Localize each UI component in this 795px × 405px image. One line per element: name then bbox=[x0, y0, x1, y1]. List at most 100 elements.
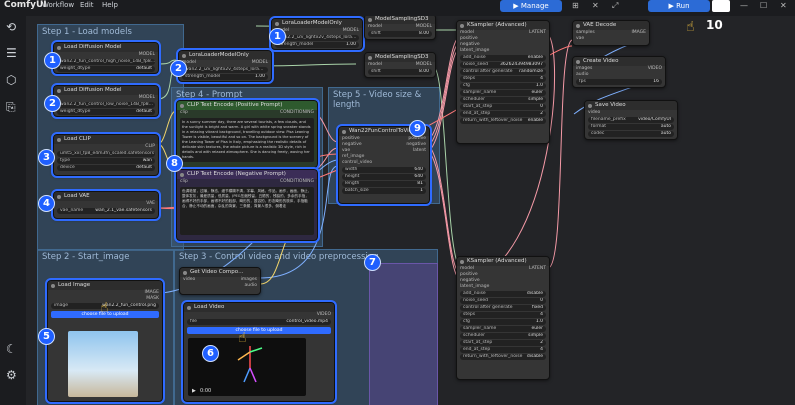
clip-input[interactable]: clip bbox=[180, 110, 188, 115]
upload-video-button[interactable]: choose file to upload bbox=[187, 327, 331, 334]
node-ksampler-1[interactable]: KSampler (Advanced) model LATENT positive… bbox=[456, 20, 550, 144]
device-select[interactable]: device default bbox=[57, 165, 155, 171]
negative-prompt-text[interactable]: 色调艳丽，过曝，静态，细节模糊不清，字幕，风格，作品，画作，画面，静止，整体发灰… bbox=[180, 187, 314, 235]
node-load-vae[interactable]: Load VAE VAE vae_name wan_2.1_vae.safeten… bbox=[51, 189, 161, 221]
ks-row[interactable]: add_noise disable bbox=[460, 291, 546, 297]
height-input[interactable]: height 640 bbox=[342, 174, 426, 180]
workflows-icon[interactable]: ⎘ bbox=[6, 100, 16, 115]
node-model-sampling-2[interactable]: ModelSamplingSD3 model MODEL shift 8.00 bbox=[364, 52, 436, 78]
maximize-icon[interactable]: ☐ bbox=[760, 1, 767, 10]
audio-input[interactable]: audio bbox=[576, 72, 588, 77]
width-input[interactable]: width 640 bbox=[342, 167, 426, 173]
length-input[interactable]: length 81 bbox=[342, 181, 426, 187]
run-options-button[interactable] bbox=[712, 0, 730, 12]
clip-output[interactable]: CLIP bbox=[145, 144, 155, 150]
queue-icon[interactable]: ⊞ bbox=[572, 1, 579, 10]
video-output[interactable]: VIDEO bbox=[317, 312, 331, 318]
node-ksampler-2[interactable]: KSampler (Advanced) model LATENT positive… bbox=[456, 256, 550, 380]
shift-input[interactable]: shift 8.00 bbox=[368, 31, 432, 37]
node-wan22-fun-control[interactable]: Wan22FunControlToVideo positive positive … bbox=[336, 124, 432, 206]
negative-input[interactable]: negative bbox=[342, 142, 362, 147]
model-output[interactable]: MODEL bbox=[416, 62, 432, 68]
file-select[interactable]: file control_video.mp4 bbox=[187, 319, 331, 325]
window-close-icon[interactable]: ✕ bbox=[780, 1, 787, 10]
node-lora-low[interactable]: LoraLoaderModelOnly model MODEL wan2.2_i2… bbox=[176, 48, 274, 84]
node-save-video[interactable]: Save Video video filename_prefix video/Co… bbox=[584, 100, 678, 140]
manage-queue-button[interactable]: ▶ Manage bbox=[500, 0, 562, 12]
ks-row[interactable]: scheduler simple bbox=[460, 333, 546, 339]
menu-edit[interactable]: Edit bbox=[80, 1, 94, 9]
ks-row[interactable]: steps 4 bbox=[460, 76, 546, 82]
node-get-video-components[interactable]: Get Video Compo… video images audio bbox=[179, 267, 261, 295]
latent-image-input[interactable]: latent_image bbox=[460, 284, 489, 289]
node-load-diffusion-low[interactable]: Load Diffusion Model MODEL wan2.2_fun_co… bbox=[51, 83, 161, 119]
ks-row[interactable]: steps 4 bbox=[460, 312, 546, 318]
node-model-sampling-1[interactable]: ModelSamplingSD3 model MODEL shift 8.00 bbox=[364, 16, 436, 40]
control-video-input[interactable]: control_video bbox=[342, 160, 372, 165]
close-panel-icon[interactable]: ✕ bbox=[592, 1, 599, 10]
vae-output[interactable]: VAE bbox=[146, 201, 155, 207]
codec-select[interactable]: codec auto bbox=[588, 131, 674, 137]
ks-row[interactable]: start_at_step 0 bbox=[460, 104, 546, 110]
strength-model-input[interactable]: strength_model 1.00 bbox=[182, 74, 268, 80]
images-input[interactable]: images bbox=[576, 66, 592, 71]
menu-help[interactable]: Help bbox=[102, 1, 118, 9]
ks-row[interactable]: cfg 1.0 bbox=[460, 83, 546, 89]
model-input[interactable]: model bbox=[460, 30, 474, 35]
ks-row[interactable]: noise_seed 0 bbox=[460, 298, 546, 304]
video-input[interactable]: video bbox=[183, 277, 195, 282]
model-input[interactable]: model bbox=[368, 24, 382, 29]
format-select[interactable]: format auto bbox=[588, 124, 674, 130]
ref-image-input[interactable]: ref_image bbox=[342, 154, 364, 159]
expand-icon[interactable]: ⤢ bbox=[612, 1, 618, 11]
clip-input[interactable]: clip bbox=[180, 179, 188, 184]
vae-name-select[interactable]: vae_name wan_2.1_vae.safetensors bbox=[57, 208, 155, 214]
positive-prompt-text[interactable]: In a sunny summer day, there are several… bbox=[180, 118, 314, 162]
fps-input[interactable]: fps 16 bbox=[576, 79, 662, 85]
queue-list-icon[interactable]: ☰ bbox=[6, 46, 17, 60]
audio-output[interactable]: audio bbox=[245, 283, 257, 289]
node-load-diffusion-high[interactable]: Load Diffusion Model MODEL wan2.2_fun_co… bbox=[51, 40, 161, 76]
batch-size-input[interactable]: batch_size 1 bbox=[342, 188, 426, 194]
ks-row[interactable]: return_with_leftover_noise disable bbox=[460, 354, 546, 360]
ks-row[interactable]: noise_seed 362624394983097 bbox=[460, 62, 546, 68]
minimize-icon[interactable]: — bbox=[740, 1, 748, 10]
filename-prefix-input[interactable]: filename_prefix video/ComfyUI bbox=[588, 117, 674, 123]
model-input[interactable]: model bbox=[460, 266, 474, 271]
node-positive-prompt[interactable]: CLIP Text Encode (Positive Prompt) clip C… bbox=[174, 98, 320, 170]
positive-input[interactable]: positive bbox=[460, 272, 478, 277]
history-icon[interactable]: ⟲ bbox=[6, 20, 16, 34]
samples-input[interactable]: samples bbox=[576, 30, 595, 35]
type-select[interactable]: type wan bbox=[57, 158, 155, 164]
conditioning-output[interactable]: CONDITIONING bbox=[280, 110, 314, 116]
conditioning-output[interactable]: CONDITIONING bbox=[280, 179, 314, 185]
ks-row[interactable]: end_at_step 2 bbox=[460, 111, 546, 117]
model-output[interactable]: MODEL bbox=[343, 28, 359, 34]
ks-row[interactable]: scheduler simple bbox=[460, 97, 546, 103]
weight-dtype-select[interactable]: weight_dtype default bbox=[57, 109, 155, 115]
ks-row[interactable]: sampler_name euler bbox=[460, 326, 546, 332]
shift-input[interactable]: shift 8.00 bbox=[368, 69, 432, 75]
strength-model-input[interactable]: strength_model 1.00 bbox=[275, 42, 359, 48]
settings-icon[interactable]: ⚙ bbox=[6, 368, 17, 382]
menu-workflow[interactable]: Workflow bbox=[42, 1, 74, 9]
theme-icon[interactable]: ☾ bbox=[6, 342, 17, 356]
vae-input[interactable]: vae bbox=[342, 148, 350, 153]
ks-row[interactable]: control after generate randomize bbox=[460, 69, 546, 75]
unet-name-select[interactable]: wan2.2_fun_control_high_noise_14B_fp8… bbox=[57, 59, 155, 65]
model-output[interactable]: MODEL bbox=[139, 95, 155, 101]
weight-dtype-select[interactable]: weight_dtype default bbox=[57, 66, 155, 72]
node-library-icon[interactable]: ⬡ bbox=[6, 73, 16, 87]
ks-row[interactable]: end_at_step 4 bbox=[460, 347, 546, 353]
model-output[interactable]: MODEL bbox=[139, 52, 155, 58]
graph-canvas[interactable]: Step 1 - Load models Step 2 - Start_imag… bbox=[26, 16, 795, 405]
unet-name-select[interactable]: wan2.2_fun_control_low_noise_14B_fp8… bbox=[57, 102, 155, 108]
vae-input[interactable]: vae bbox=[576, 36, 584, 41]
ks-row[interactable]: cfg 1.0 bbox=[460, 319, 546, 325]
ks-row[interactable]: control after generate fixed bbox=[460, 305, 546, 311]
model-input[interactable]: model bbox=[368, 62, 382, 67]
node-vae-decode[interactable]: VAE Decode samples IMAGE vae bbox=[572, 20, 650, 46]
node-load-image[interactable]: Load Image IMAGE MASK image wan2.2_fun_co… bbox=[45, 278, 165, 404]
ks-row[interactable]: add_noise enable bbox=[460, 55, 546, 61]
model-output[interactable]: MODEL bbox=[252, 60, 268, 66]
